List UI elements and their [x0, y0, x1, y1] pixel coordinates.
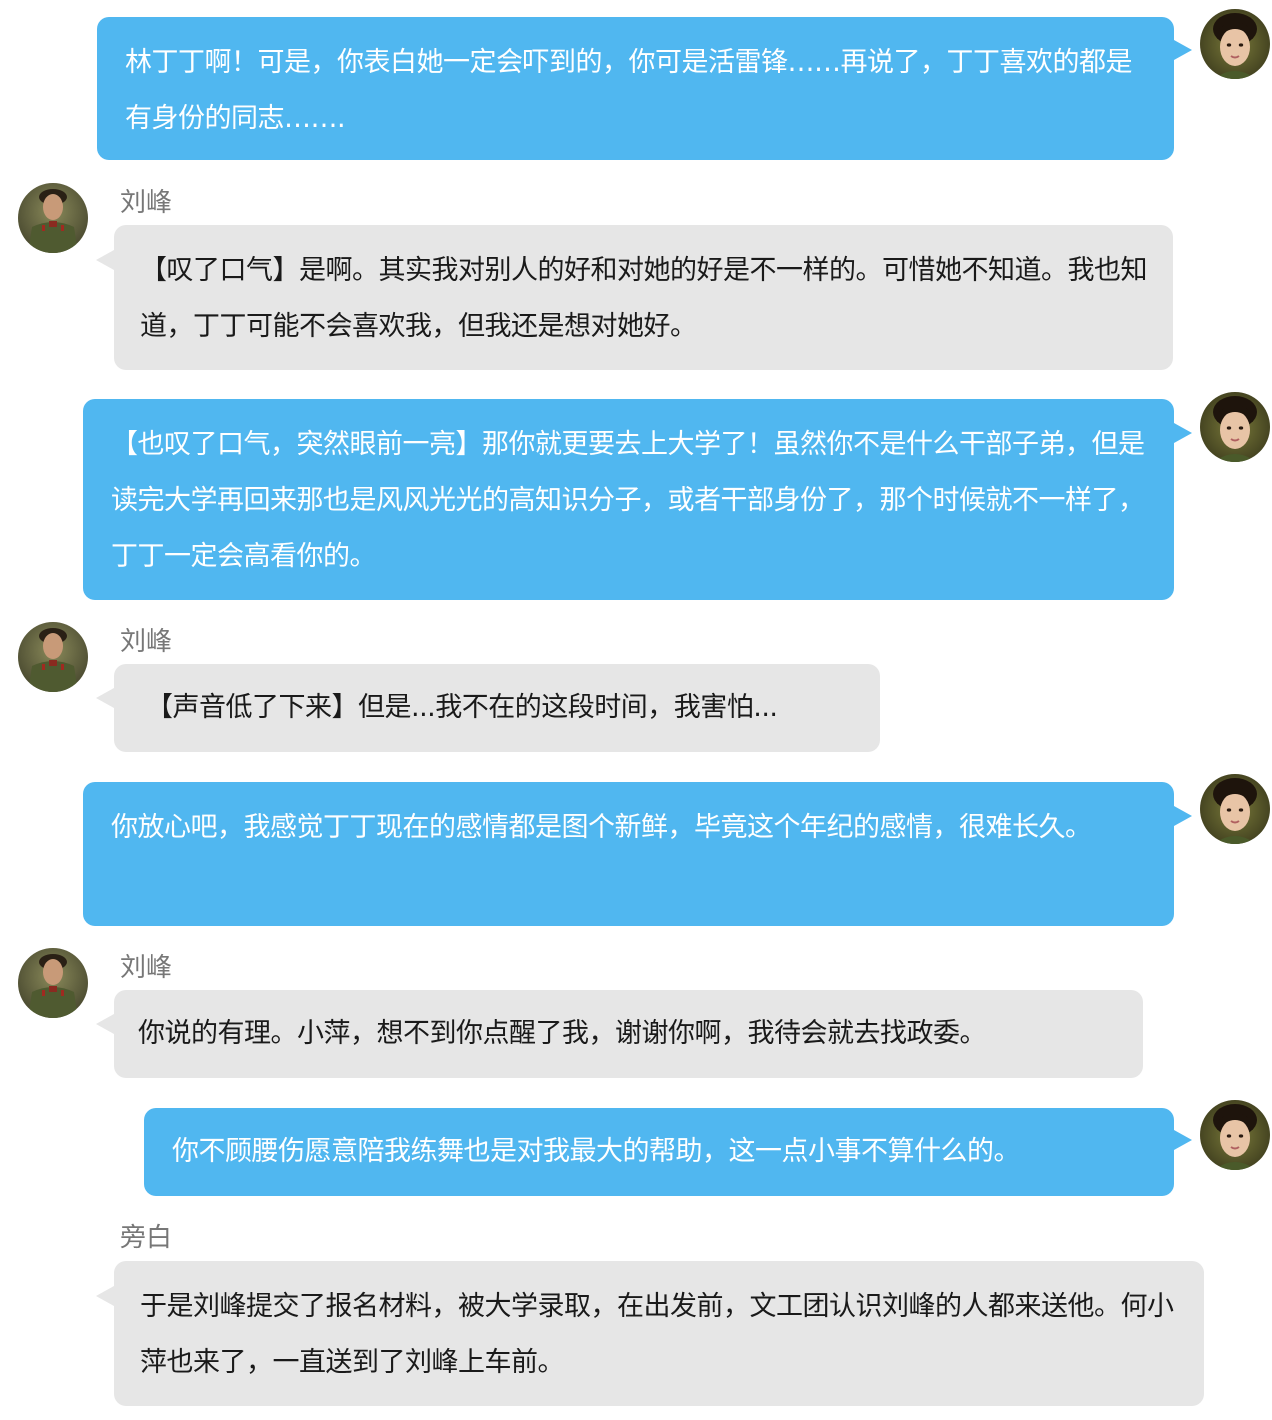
- female-avatar-icon[interactable]: [1200, 1100, 1270, 1170]
- message-bubble: 【叹了口气】是啊。其实我对别人的好和对她的好是不一样的。可惜她不知道。我也知道，…: [114, 225, 1173, 370]
- speaker-name: 旁白: [120, 1223, 173, 1253]
- female-avatar-icon[interactable]: [1200, 392, 1270, 462]
- message-text: 你放心吧，我感觉丁丁现在的感情都是图个新鲜，毕竟这个年纪的感情，很难长久。: [111, 812, 1092, 843]
- message-bubble: 于是刘峰提交了报名材料，被大学录取，在出发前，文工团认识刘峰的人都来送他。何小萍…: [114, 1261, 1204, 1406]
- bubble-tail: [96, 1014, 114, 1034]
- speaker-name: 刘峰: [120, 627, 173, 657]
- female-avatar-icon[interactable]: [1200, 774, 1270, 844]
- male-soldier-avatar-icon[interactable]: [18, 948, 88, 1018]
- message-text: 你说的有理。小萍，想不到你点醒了我，谢谢你啊，我待会就去找政委。: [138, 1018, 987, 1049]
- bubble-tail: [96, 250, 114, 270]
- bubble-tail: [1174, 40, 1192, 60]
- bubble-tail: [1174, 423, 1192, 443]
- message-bubble: 你不顾腰伤愿意陪我练舞也是对我最大的帮助，这一点小事不算什么的。: [144, 1108, 1174, 1196]
- message-bubble: 林丁丁啊！可是，你表白她一定会吓到的，你可是活雷锋……再说了，丁丁喜欢的都是有身…: [97, 17, 1174, 160]
- message-text: 【叹了口气】是啊。其实我对别人的好和对她的好是不一样的。可惜她不知道。我也知道，…: [140, 255, 1148, 342]
- message-bubble: 【声音低了下来】但是...我不在的这段时间，我害怕...: [114, 664, 880, 752]
- message-bubble: 你说的有理。小萍，想不到你点醒了我，谢谢你啊，我待会就去找政委。: [114, 990, 1143, 1078]
- message-bubble: 【也叹了口气，突然眼前一亮】那你就更要去上大学了！虽然你不是什么干部子弟，但是读…: [83, 399, 1174, 600]
- male-soldier-avatar-icon[interactable]: [18, 183, 88, 253]
- bubble-tail: [96, 688, 114, 708]
- message-bubble: 你放心吧，我感觉丁丁现在的感情都是图个新鲜，毕竟这个年纪的感情，很难长久。: [83, 782, 1174, 926]
- male-soldier-avatar-icon[interactable]: [18, 622, 88, 692]
- bubble-tail: [1174, 1130, 1192, 1150]
- message-text: 于是刘峰提交了报名材料，被大学录取，在出发前，文工团认识刘峰的人都来送他。何小萍…: [140, 1291, 1174, 1378]
- speaker-name: 刘峰: [120, 953, 173, 983]
- message-text: 林丁丁啊！可是，你表白她一定会吓到的，你可是活雷锋……再说了，丁丁喜欢的都是有身…: [125, 47, 1133, 134]
- speaker-name: 刘峰: [120, 188, 173, 218]
- female-avatar-icon[interactable]: [1200, 9, 1270, 79]
- bubble-tail: [1174, 806, 1192, 826]
- message-text: 【也叹了口气，突然眼前一亮】那你就更要去上大学了！虽然你不是什么干部子弟，但是读…: [111, 429, 1145, 572]
- bubble-tail: [96, 1286, 114, 1306]
- message-text: 【声音低了下来】但是...我不在的这段时间，我害怕...: [146, 692, 778, 723]
- message-text: 你不顾腰伤愿意陪我练舞也是对我最大的帮助，这一点小事不算什么的。: [172, 1136, 1021, 1167]
